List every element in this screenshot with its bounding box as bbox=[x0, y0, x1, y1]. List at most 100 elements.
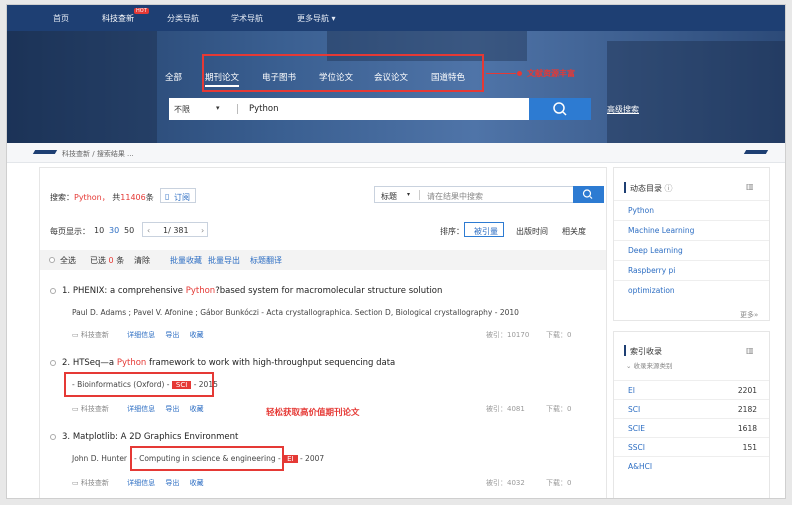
top-nav: 首页 科技查新 HOT 分类导航 学术导航 更多导航 ▾ bbox=[7, 5, 785, 31]
search-input[interactable]: Python bbox=[249, 104, 278, 114]
result-checkbox[interactable] bbox=[50, 434, 56, 440]
tab-journal[interactable]: 期刊论文 bbox=[205, 71, 240, 87]
action-details[interactable]: 详细信息 bbox=[127, 405, 155, 413]
action-novelty[interactable]: 科技查新 bbox=[81, 405, 109, 413]
catalog-item[interactable]: Machine Learning bbox=[614, 220, 769, 240]
index-row[interactable]: SCIE 1618 bbox=[614, 418, 769, 437]
batch-collect-button[interactable]: 批量收藏 bbox=[170, 255, 202, 266]
index-subtitle: ⌄ 收录来源类别 bbox=[626, 362, 673, 370]
info-icon[interactable]: ⓘ bbox=[665, 184, 673, 193]
catalog-item[interactable]: optimization bbox=[614, 280, 769, 300]
breadcrumb-home[interactable]: 科技查新 bbox=[62, 150, 90, 158]
tab-ebook[interactable]: 电子图书 bbox=[262, 71, 296, 83]
index-row[interactable]: EI 2201 bbox=[614, 380, 769, 399]
tab-featured[interactable]: 国道特色 bbox=[431, 71, 465, 83]
search-scope-select[interactable]: 不限 bbox=[174, 104, 190, 115]
select-all-checkbox[interactable] bbox=[49, 257, 55, 263]
sort-date-button[interactable]: 出版时间 bbox=[516, 226, 548, 237]
per-page-50[interactable]: 50 bbox=[124, 226, 134, 235]
nav-novelty-search[interactable]: 科技查新 bbox=[102, 13, 134, 24]
within-search: 标题 ▾ 请在结果中搜索 bbox=[374, 186, 604, 203]
action-details[interactable]: 详细信息 bbox=[127, 331, 155, 339]
per-page-30[interactable]: 30 bbox=[109, 226, 119, 235]
action-export[interactable]: 导出 bbox=[165, 479, 179, 487]
result-actions: ▭ 科技查新 详细信息 导出 收藏 bbox=[72, 478, 204, 488]
catalog-item[interactable]: Python bbox=[614, 200, 769, 220]
catalog-item[interactable]: Deep Learning bbox=[614, 240, 769, 260]
breadcrumb-stripe-icon-right bbox=[743, 150, 769, 154]
divider bbox=[237, 104, 238, 114]
breadcrumb-separator: / bbox=[92, 150, 95, 158]
result-checkbox[interactable] bbox=[50, 288, 56, 294]
annotation-line bbox=[486, 73, 516, 74]
sci-badge: SCI bbox=[171, 381, 192, 389]
action-novelty[interactable]: 科技查新 bbox=[81, 331, 109, 339]
cited-count: 被引：4032 bbox=[486, 479, 525, 487]
search-button[interactable] bbox=[529, 98, 591, 120]
result-title[interactable]: 2. HTSeq—a Python framework to work with… bbox=[62, 358, 395, 368]
result-author: John D. Hunter bbox=[72, 454, 128, 463]
select-all-label[interactable]: 全选 bbox=[60, 255, 76, 266]
sort-citations-button[interactable]: 被引量 bbox=[464, 222, 504, 237]
chart-icon[interactable]: ▥ bbox=[746, 182, 754, 191]
result-meta: Paul D. Adams ; Pavel V. Afonine ; Gábor… bbox=[72, 308, 519, 317]
chevron-down-icon[interactable]: ▾ bbox=[407, 191, 410, 198]
search-label: 搜索： bbox=[50, 193, 74, 202]
action-novelty[interactable]: 科技查新 bbox=[81, 479, 109, 487]
dynamic-catalog-title: 动态目录 ⓘ bbox=[624, 182, 673, 193]
action-export[interactable]: 导出 bbox=[165, 331, 179, 339]
translate-titles-button[interactable]: 标题翻译 bbox=[250, 255, 282, 266]
next-page-icon[interactable]: › bbox=[201, 226, 204, 235]
action-details[interactable]: 详细信息 bbox=[127, 479, 155, 487]
action-collect[interactable]: 收藏 bbox=[190, 479, 204, 487]
index-row[interactable]: A&HCI bbox=[614, 456, 769, 475]
breadcrumb: 科技查新 / 搜索结果 ... bbox=[7, 143, 785, 163]
novelty-icon: ▭ bbox=[72, 331, 79, 339]
result-checkbox[interactable] bbox=[50, 360, 56, 366]
catalog-item[interactable]: Raspberry pi bbox=[614, 260, 769, 280]
search-icon bbox=[553, 102, 567, 116]
search-summary: 搜索：Python， 共11406条 bbox=[50, 192, 154, 203]
result-title[interactable]: 1. PHENIX: a comprehensive Python?based … bbox=[62, 286, 442, 296]
nav-more[interactable]: 更多导航 ▾ bbox=[297, 13, 336, 24]
result-title[interactable]: 3. Matplotlib: A 2D Graphics Environment bbox=[62, 432, 238, 442]
search-query-label: Python， bbox=[74, 193, 110, 202]
subscribe-button[interactable]: ▯ 订阅 bbox=[160, 188, 196, 203]
more-link[interactable]: 更多» bbox=[740, 310, 758, 320]
index-panel: 索引收录 ▥ ⌄ 收录来源类别 EI 2201 SCI 2182 SCIE 1618 … bbox=[613, 331, 770, 498]
result-meta: - Computing in science & engineering - E… bbox=[134, 454, 325, 463]
total-suffix: 条 bbox=[145, 193, 154, 202]
within-results-input[interactable]: 请在结果中搜索 bbox=[427, 191, 483, 202]
per-page-label: 每页显示： bbox=[50, 227, 90, 236]
field-select[interactable]: 标题 bbox=[381, 191, 397, 202]
results-panel: 搜索：Python， 共11406条 ▯ 订阅 标题 ▾ 请在结果中搜索 每页显… bbox=[39, 167, 607, 498]
download-count: 下载：0 bbox=[546, 479, 572, 487]
clear-button[interactable]: 清除 bbox=[134, 255, 150, 266]
tab-thesis[interactable]: 学位论文 bbox=[319, 71, 353, 83]
nav-category[interactable]: 分类导航 bbox=[167, 13, 199, 24]
sort-relevance-button[interactable]: 相关度 bbox=[562, 226, 586, 237]
index-row[interactable]: SCI 2182 bbox=[614, 399, 769, 418]
breadcrumb-current: 搜索结果 ... bbox=[96, 150, 134, 158]
pagination: ‹ 1/ 381 › bbox=[142, 222, 208, 237]
tab-conference[interactable]: 会议论文 bbox=[374, 71, 408, 83]
chart-icon[interactable]: ▥ bbox=[746, 346, 754, 355]
nav-academic[interactable]: 学术导航 bbox=[231, 13, 263, 24]
search-icon bbox=[582, 189, 593, 199]
sort-label: 排序： bbox=[440, 227, 464, 236]
per-page-10[interactable]: 10 bbox=[94, 226, 104, 235]
within-search-button[interactable] bbox=[573, 186, 604, 203]
chevron-down-icon[interactable]: ▾ bbox=[216, 104, 220, 112]
advanced-search-link[interactable]: 高级搜索 bbox=[607, 104, 639, 115]
prev-page-icon[interactable]: ‹ bbox=[147, 226, 150, 235]
tab-all[interactable]: 全部 bbox=[165, 71, 182, 83]
page-indicator: 1/ 381 bbox=[163, 226, 189, 235]
search-bar[interactable]: 不限 ▾ Python bbox=[169, 98, 529, 120]
nav-home[interactable]: 首页 bbox=[53, 13, 69, 24]
action-collect[interactable]: 收藏 bbox=[190, 331, 204, 339]
action-collect[interactable]: 收藏 bbox=[190, 405, 204, 413]
index-row[interactable]: SSCI 151 bbox=[614, 437, 769, 456]
batch-export-button[interactable]: 批量导出 bbox=[208, 255, 240, 266]
annotation-dot bbox=[517, 71, 522, 76]
action-export[interactable]: 导出 bbox=[165, 405, 179, 413]
